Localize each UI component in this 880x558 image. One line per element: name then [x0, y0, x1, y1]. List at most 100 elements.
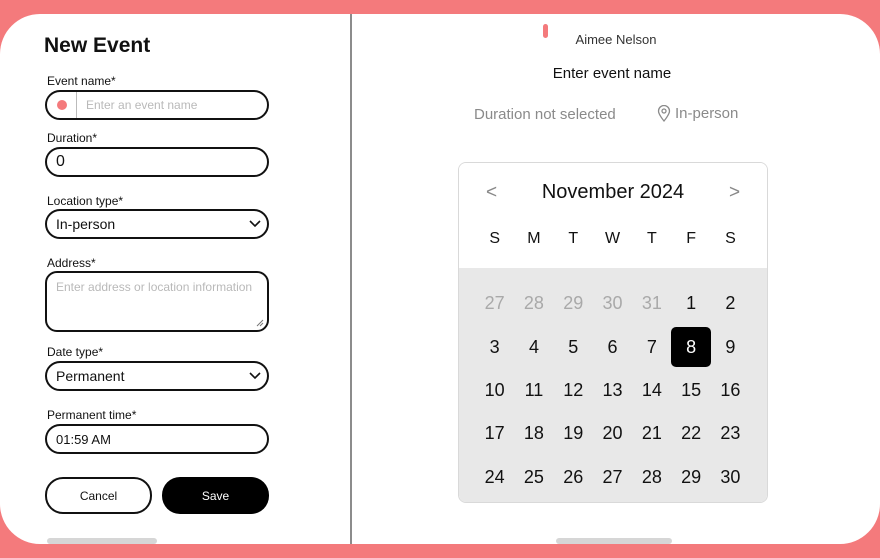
calendar-day[interactable]: 1: [671, 282, 710, 325]
calendar-day[interactable]: 5: [554, 325, 593, 368]
weekday-label: S: [725, 230, 736, 247]
calendar-day[interactable]: 16: [711, 369, 750, 412]
date-type-select[interactable]: Permanent: [45, 361, 269, 391]
preview-event-name: Enter event name: [552, 65, 672, 82]
calendar-day[interactable]: 18: [514, 412, 553, 455]
calendar-day-number: 23: [720, 423, 741, 444]
calendar-day[interactable]: 19: [554, 412, 593, 455]
calendar-day[interactable]: 25: [514, 456, 553, 499]
resize-handle-icon[interactable]: [256, 319, 264, 327]
calendar-day-number: 20: [602, 423, 623, 444]
calendar-day[interactable]: 3: [475, 325, 514, 368]
event-name-label: Event name*: [47, 74, 116, 88]
calendar-day[interactable]: 4: [514, 325, 553, 368]
calendar-day[interactable]: 27: [593, 456, 632, 499]
calendar-day-number: 19: [563, 423, 584, 444]
date-type-label: Date type*: [47, 345, 104, 359]
calendar-day-selected[interactable]: 8: [671, 325, 711, 368]
calendar-day-number: 10: [484, 379, 505, 400]
scrollbar[interactable]: [556, 538, 672, 544]
calendar-day[interactable]: 29: [671, 456, 710, 499]
calendar-day-number: 30: [720, 466, 741, 487]
event-name-field[interactable]: Enter an event name: [45, 90, 269, 120]
calendar-day[interactable]: 11: [514, 369, 553, 412]
calendar-day[interactable]: 2: [711, 282, 750, 325]
calendar-day-number: 2: [725, 293, 736, 314]
calendar-day[interactable]: 23: [711, 412, 750, 455]
calendar-day-number: 28: [641, 466, 662, 487]
calendar-day-number: 21: [641, 423, 662, 444]
calendar-day[interactable]: 22: [671, 412, 710, 455]
calendar-day-number: 31: [641, 293, 662, 314]
duration-value: 0: [56, 153, 65, 170]
calendar-day-number: 26: [563, 466, 584, 487]
calendar-day-number: 27: [484, 293, 505, 314]
address-textarea[interactable]: Enter address or location information: [45, 271, 269, 332]
calendar-day[interactable]: 17: [475, 412, 514, 455]
calendar-day-number: 15: [681, 379, 702, 400]
location-type-select[interactable]: In-person: [45, 209, 269, 239]
form-title: New Event: [44, 34, 151, 57]
calendar-day-number: 29: [681, 466, 702, 487]
calendar-day-number: 30: [602, 293, 623, 314]
calendar-day[interactable]: 30: [593, 282, 632, 325]
chevron-down-icon: [243, 220, 267, 228]
address-placeholder: Enter address or location information: [56, 280, 253, 294]
location-pin-icon: [657, 105, 671, 122]
calendar-day-number: 14: [641, 379, 662, 400]
calendar-day[interactable]: 28: [514, 282, 553, 325]
calendar-day-number: 5: [568, 336, 579, 357]
preview-location-text: In-person: [675, 105, 739, 122]
calendar-day-number: 28: [523, 293, 544, 314]
calendar-day[interactable]: 7: [632, 325, 671, 368]
calendar-day-number: 7: [646, 336, 657, 357]
duration-input[interactable]: 0: [45, 147, 269, 177]
calendar-day[interactable]: 13: [593, 369, 632, 412]
calendar-day[interactable]: 15: [671, 369, 710, 412]
weekday-label: S: [489, 230, 500, 247]
scrollbar[interactable]: [47, 538, 157, 544]
calendar-day[interactable]: 21: [632, 412, 671, 455]
calendar-day-number: 17: [484, 423, 505, 444]
color-dot-icon: [56, 100, 67, 110]
weekday-label: M: [527, 230, 541, 247]
weekday-label: T: [568, 230, 579, 247]
calendar-day-number: 8: [671, 327, 711, 368]
permanent-time-label: Permanent time*: [47, 408, 137, 422]
calendar-day[interactable]: 14: [632, 369, 671, 412]
calendar-day[interactable]: 27: [475, 282, 514, 325]
date-type-value: Permanent: [56, 368, 125, 384]
calendar-day-number: 3: [489, 336, 500, 357]
calendar-month-label: November 2024: [541, 181, 685, 203]
cancel-button[interactable]: Cancel: [45, 477, 152, 514]
event-color-picker[interactable]: [47, 92, 77, 118]
calendar-day-number: 24: [484, 466, 505, 487]
app-frame: New Event Event name* Enter an event nam…: [0, 14, 880, 544]
calendar-day[interactable]: 12: [554, 369, 593, 412]
preview-location: In-person: [657, 105, 738, 122]
calendar-day[interactable]: 26: [554, 456, 593, 499]
chevron-down-icon: [243, 372, 267, 380]
calendar-day[interactable]: 31: [632, 282, 671, 325]
calendar-day[interactable]: 29: [554, 282, 593, 325]
calendar-day[interactable]: 20: [593, 412, 632, 455]
calendar-day[interactable]: 30: [711, 456, 750, 499]
calendar-day[interactable]: 24: [475, 456, 514, 499]
calendar-day[interactable]: 9: [711, 325, 750, 368]
save-button[interactable]: Save: [162, 477, 269, 514]
calendar-day[interactable]: 28: [632, 456, 671, 499]
permanent-time-input[interactable]: 01:59 AM: [45, 424, 269, 454]
host-name: Aimee Nelson: [575, 32, 657, 47]
days-grid: 27 28 29 30 31 1 2 3 4 5 6 7 8 9 10 11 12 13 14 15 16 17 18 19 2…: [475, 282, 750, 499]
calendar: < November 2024 > SMTWTFS 27 28 29 30 31 1 2 3 4…: [458, 162, 768, 503]
calendar-day[interactable]: 10: [475, 369, 514, 412]
calendar-day-number: 18: [523, 423, 544, 444]
location-type-value: In-person: [56, 216, 116, 232]
weekday-label: W: [604, 230, 621, 247]
next-month-button[interactable]: >: [729, 182, 740, 204]
calendar-day-number: 12: [563, 379, 584, 400]
calendar-day[interactable]: 6: [593, 325, 632, 368]
panel-divider: [350, 14, 352, 544]
address-label: Address*: [47, 256, 96, 270]
calendar-day-number: 1: [686, 293, 697, 314]
